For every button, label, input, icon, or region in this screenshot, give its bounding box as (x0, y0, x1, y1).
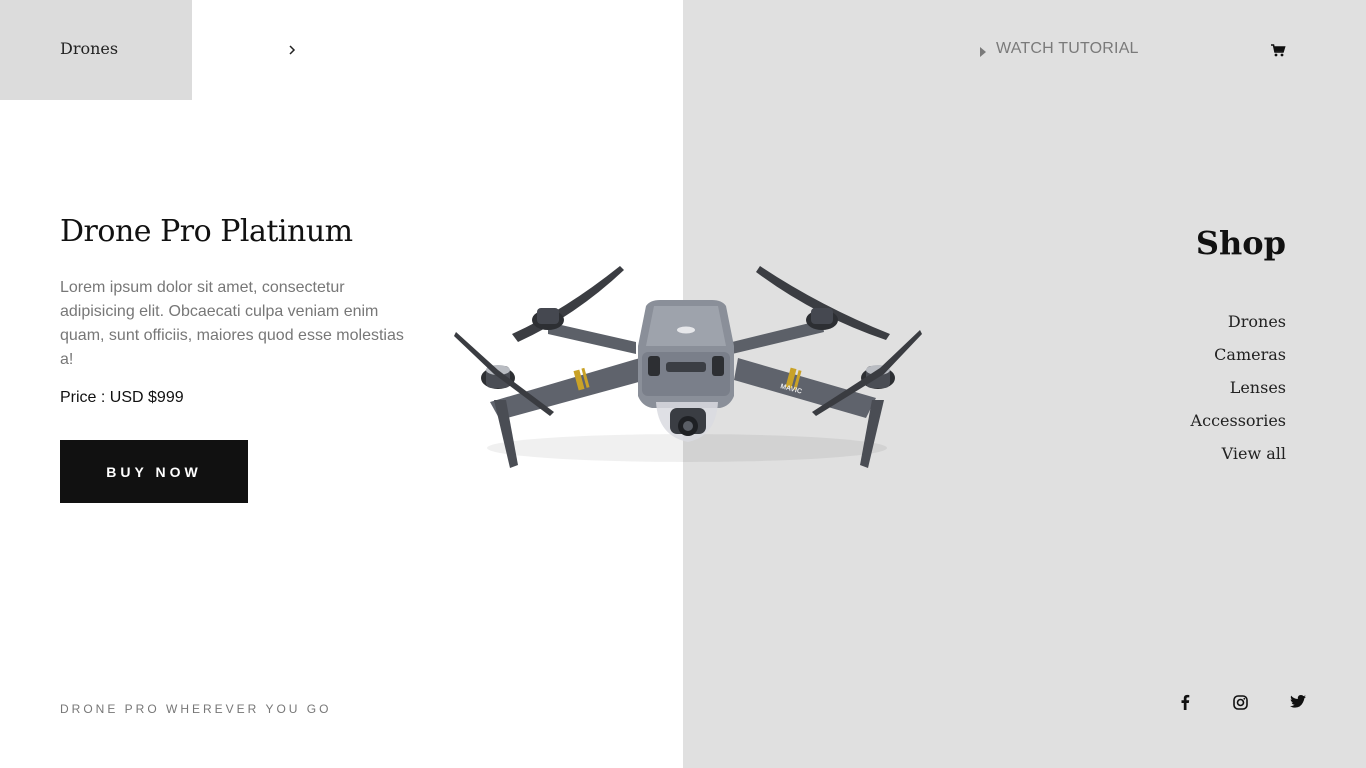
shop-menu: Drones Cameras Lenses Accessories View a… (1191, 311, 1286, 476)
shop-item-drones[interactable]: Drones (1191, 311, 1286, 344)
watch-tutorial-link[interactable]: WATCH TUTORIAL (980, 40, 1139, 58)
watch-tutorial-label: WATCH TUTORIAL (996, 40, 1139, 57)
cart-icon[interactable] (1270, 42, 1286, 58)
facebook-icon[interactable] (1176, 693, 1194, 711)
buy-now-button[interactable]: BUY NOW (60, 440, 248, 503)
product-description: Lorem ipsum dolor sit amet, consectetur … (60, 279, 404, 368)
logo-text: Drones (60, 39, 119, 58)
logo-box[interactable]: Drones (0, 0, 192, 100)
shop-item-accessories[interactable]: Accessories (1191, 410, 1286, 443)
product-title: Drone Pro Platinum (60, 214, 353, 249)
chevron-right-icon[interactable] (285, 42, 299, 58)
instagram-icon[interactable] (1231, 693, 1249, 711)
tagline: DRONE PRO WHEREVER YOU GO (60, 702, 332, 716)
drone-image: MAVIC (454, 266, 922, 468)
product-price: Price : USD $999 (60, 389, 184, 406)
shop-title: Shop (1195, 224, 1286, 262)
shop-item-cameras[interactable]: Cameras (1191, 344, 1286, 377)
shop-item-view-all[interactable]: View all (1191, 443, 1286, 476)
twitter-icon[interactable] (1289, 693, 1307, 711)
play-icon (980, 44, 987, 57)
shop-item-lenses[interactable]: Lenses (1191, 377, 1286, 410)
